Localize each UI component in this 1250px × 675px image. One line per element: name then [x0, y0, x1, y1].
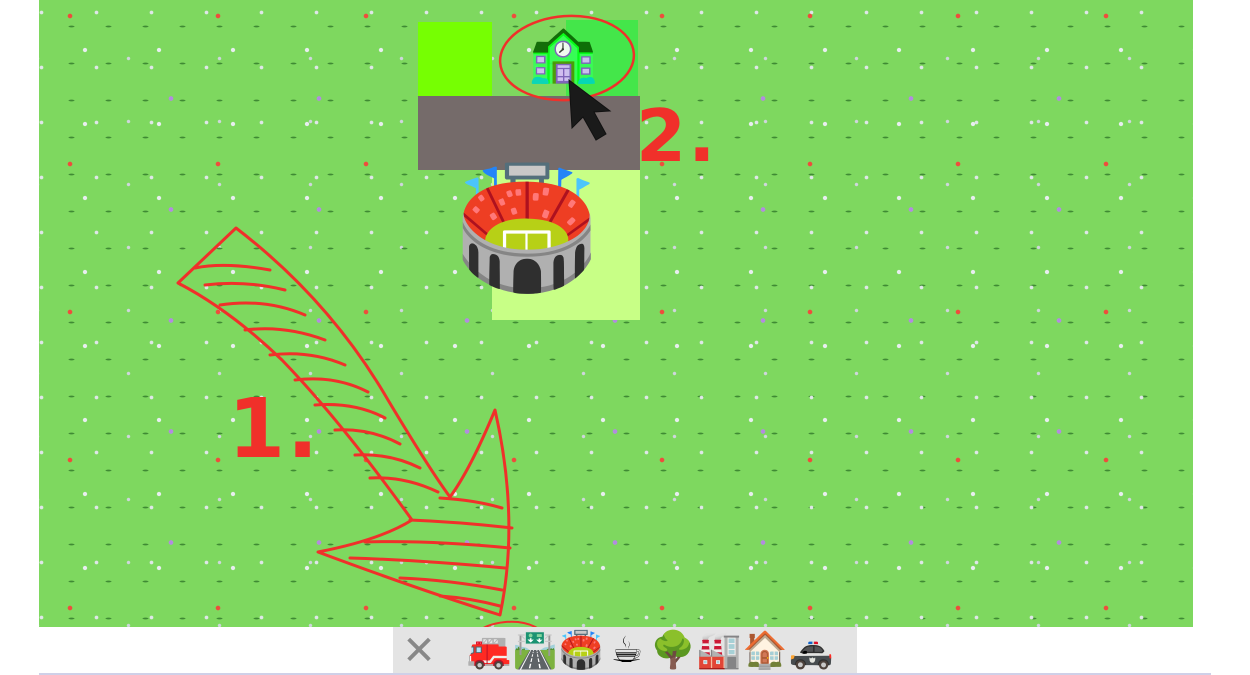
coffee-icon[interactable]: ☕: [605, 629, 649, 673]
factory-icon[interactable]: 🏭: [697, 629, 742, 673]
house-icon[interactable]: 🏠: [743, 629, 788, 673]
grass-tile[interactable]: [418, 22, 492, 96]
school-building-icon: 🏫: [528, 21, 598, 86]
stadium-icon: 🏟️: [453, 158, 601, 296]
stadium-icon[interactable]: 🏟️: [559, 629, 604, 673]
step-2-label: 2.: [636, 94, 718, 178]
building-toolbar: ✕ 🚒 🛣️ 🏟️ ☕ 🌳 🏭 🏠 🚓: [393, 627, 857, 675]
police-car-icon[interactable]: 🚓: [789, 629, 834, 673]
step-1-label: 1.: [228, 382, 321, 477]
fire-engine-icon[interactable]: 🚒: [467, 629, 512, 673]
city-map[interactable]: [39, 0, 1193, 627]
close-icon[interactable]: ✕: [397, 629, 441, 673]
motorway-icon[interactable]: 🛣️: [513, 629, 558, 673]
tree-icon[interactable]: 🌳: [651, 629, 696, 673]
